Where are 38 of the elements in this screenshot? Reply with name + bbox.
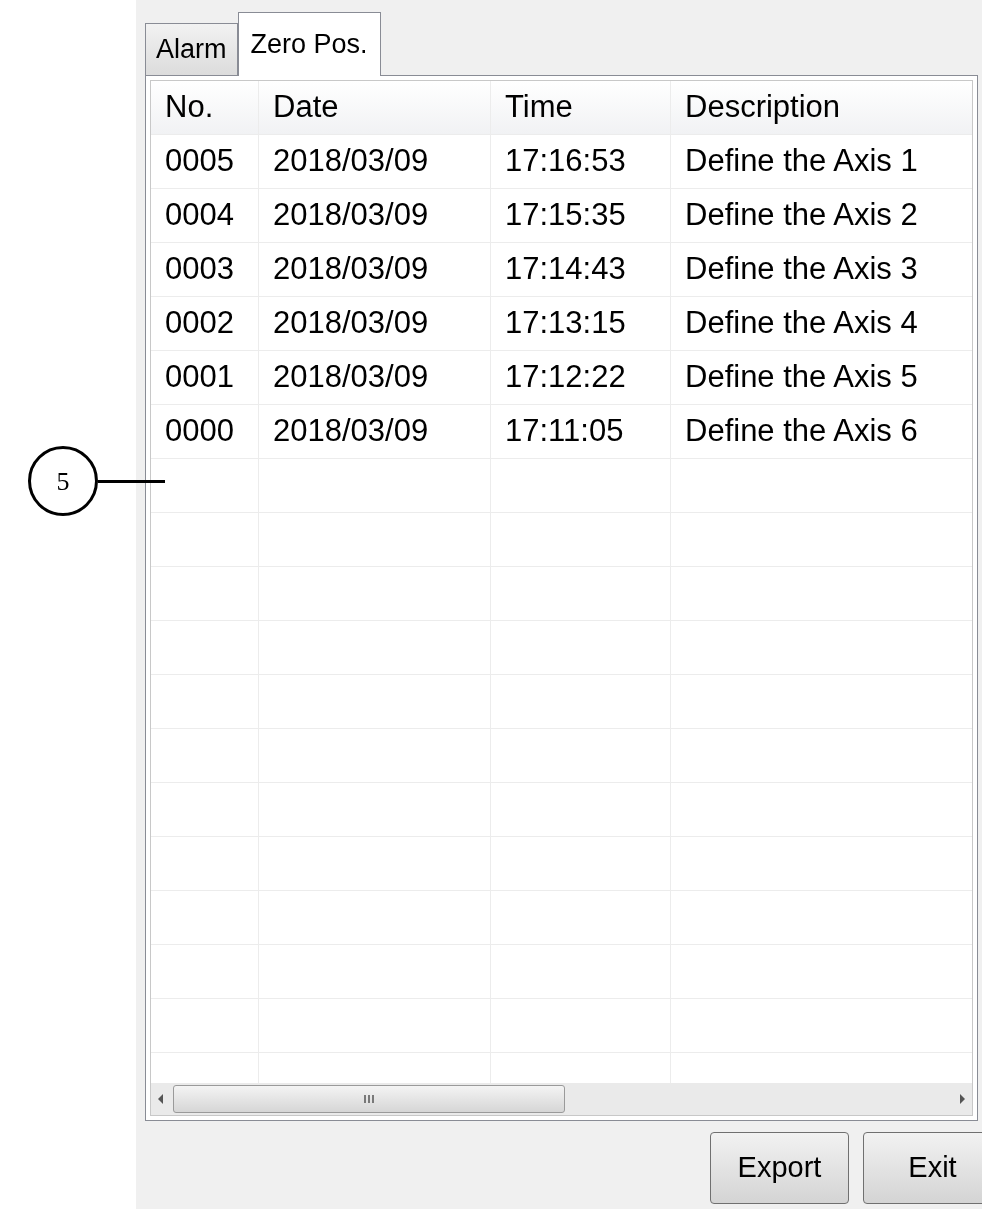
exit-button[interactable]: Exit xyxy=(863,1132,982,1204)
table-cell-text: 0000 xyxy=(165,412,234,451)
scroll-right-icon[interactable] xyxy=(958,1094,966,1104)
table-cell-text: 2018/03/09 xyxy=(273,304,429,343)
table-cell-text: 2018/03/09 xyxy=(273,250,429,289)
table-cell-text: 17:15:35 xyxy=(505,196,626,235)
table-cell-text: 0002 xyxy=(165,304,234,343)
table-cell-text: Define the Axis 6 xyxy=(685,412,918,451)
table-cell-text: 2018/03/09 xyxy=(273,142,429,181)
column-header[interactable]: Description xyxy=(685,84,841,131)
column-header[interactable]: No. xyxy=(165,84,214,131)
horizontal-scrollbar[interactable] xyxy=(151,1083,972,1115)
table-cell-text: Define the Axis 2 xyxy=(685,196,918,235)
table-cell-text: 17:14:43 xyxy=(505,250,626,289)
table-cell-text: Define the Axis 1 xyxy=(685,142,918,181)
table-cell-text: 17:16:53 xyxy=(505,142,626,181)
grip-icon xyxy=(363,1094,375,1104)
table-cell-text: Define the Axis 4 xyxy=(685,304,918,343)
table-cell-text: 17:13:15 xyxy=(505,304,626,343)
export-button[interactable]: Export xyxy=(710,1132,849,1204)
table-cell-text: 17:12:22 xyxy=(505,358,626,397)
column-header[interactable]: Date xyxy=(273,84,339,131)
table-cell-text: 2018/03/09 xyxy=(273,358,429,397)
scrollbar-thumb[interactable] xyxy=(173,1085,565,1113)
scroll-left-icon[interactable] xyxy=(157,1094,165,1104)
tab[interactable]: Zero Pos. xyxy=(237,12,381,76)
table-cell-text: Define the Axis 3 xyxy=(685,250,918,289)
table-cell-text: 0001 xyxy=(165,358,234,397)
table-cell-text: 0005 xyxy=(165,142,234,181)
leader-line xyxy=(98,479,165,483)
table-cell-text: 0004 xyxy=(165,196,234,235)
table-cell-text: Define the Axis 5 xyxy=(685,358,918,397)
table-cell-text: 2018/03/09 xyxy=(273,196,429,235)
column-header[interactable]: Time xyxy=(505,84,573,131)
table-cell-text: 17:11:05 xyxy=(505,412,624,451)
table-cell-text: 2018/03/09 xyxy=(273,412,429,451)
table-cell-text: 0003 xyxy=(165,250,234,289)
tab[interactable]: Alarm xyxy=(145,23,238,75)
